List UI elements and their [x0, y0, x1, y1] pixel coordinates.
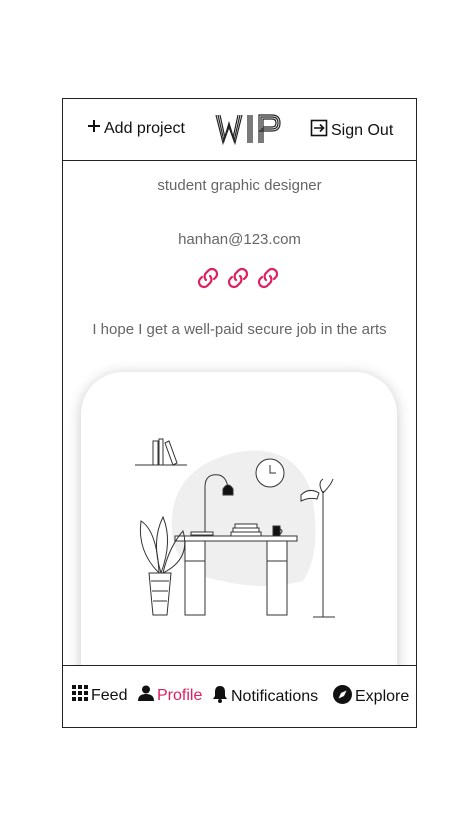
sign-out-button[interactable]: Sign Out — [310, 119, 393, 142]
grid-icon — [72, 685, 88, 706]
sign-out-label: Sign Out — [331, 121, 394, 139]
link-icon[interactable] — [224, 264, 252, 297]
bell-icon — [212, 685, 228, 708]
plus-icon — [87, 119, 101, 138]
nav-notifications-label: Notifications — [231, 687, 319, 705]
nav-profile-label: Profile — [157, 686, 203, 704]
bottom-nav: Feed Profile Notifications Explore — [63, 665, 416, 727]
nav-feed[interactable]: Feed — [72, 685, 127, 706]
nav-profile[interactable]: Profile — [138, 685, 202, 706]
profile-email: hanhan@123.com — [178, 231, 301, 248]
app-frame: Add project Sign Out student graphic des… — [62, 98, 417, 728]
top-header: Add project Sign Out — [63, 99, 416, 161]
profile-quote: I hope I get a well-paid secure job in t… — [92, 321, 387, 338]
nav-feed-label: Feed — [91, 686, 128, 704]
add-project-button[interactable]: Add project — [87, 119, 185, 138]
nav-explore-label: Explore — [355, 688, 410, 705]
compass-icon — [333, 685, 352, 709]
link-icon[interactable] — [194, 264, 222, 297]
wip-logo[interactable] — [214, 111, 286, 147]
profile-bio: student graphic designer — [157, 177, 322, 194]
user-icon — [138, 685, 154, 706]
link-icon[interactable] — [254, 264, 282, 297]
project-card[interactable] — [81, 372, 397, 692]
add-project-label: Add project — [104, 119, 185, 137]
sign-out-icon — [310, 119, 328, 142]
profile-links — [194, 264, 282, 297]
nav-notifications[interactable]: Notifications — [212, 685, 318, 708]
workspace-illustration — [133, 431, 349, 628]
nav-explore[interactable]: Explore — [333, 685, 409, 709]
